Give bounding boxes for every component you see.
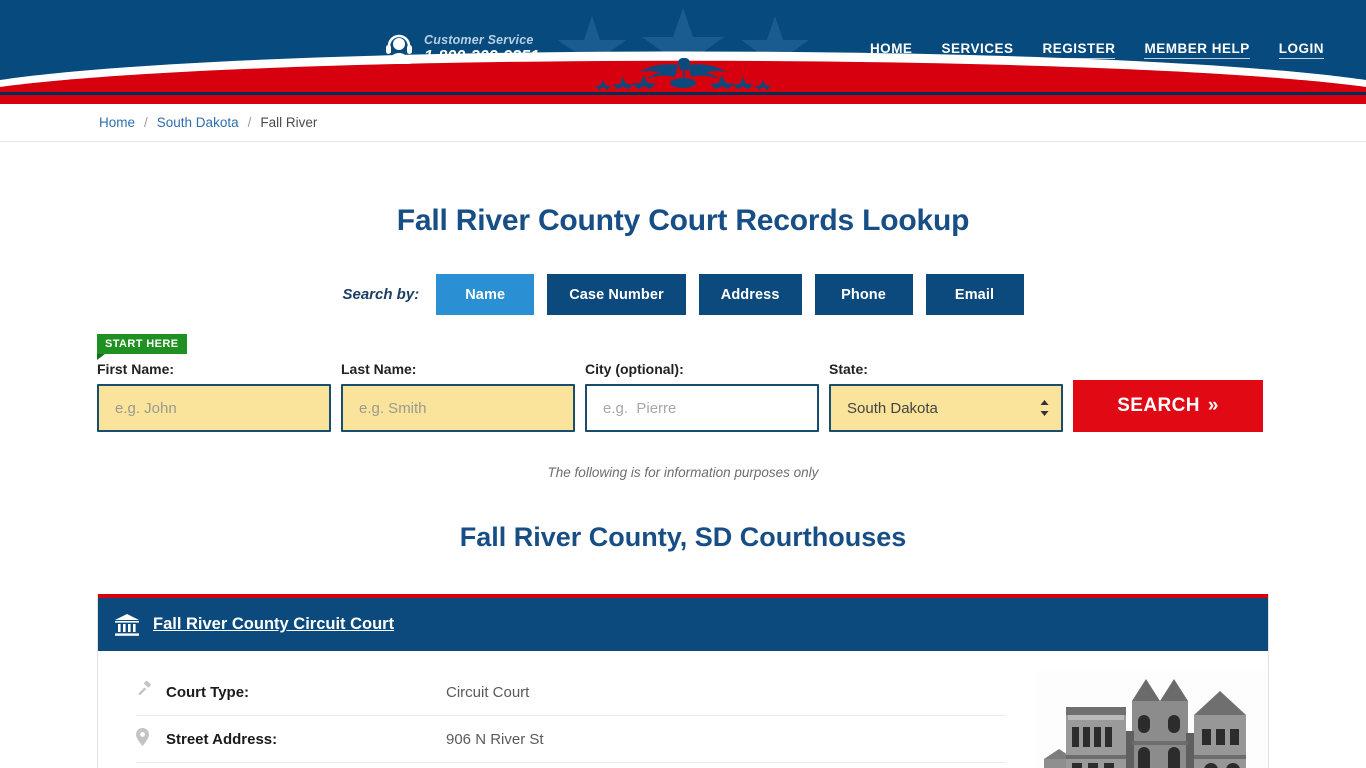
breadcrumb-separator-2: / bbox=[247, 115, 252, 130]
nav-item-home[interactable]: HOME bbox=[869, 41, 913, 59]
search-button-label: SEARCH bbox=[1117, 395, 1200, 416]
breadcrumb-current: Fall River bbox=[260, 115, 318, 130]
start-here-badge: START HERE bbox=[97, 334, 188, 360]
disclaimer-text: The following is for information purpose… bbox=[547, 465, 819, 480]
customer-service-phone[interactable]: 1-800-309-9351 bbox=[424, 48, 539, 66]
last-name-field-group: Last Name: bbox=[341, 361, 575, 432]
breadcrumb-south-dakota[interactable]: South Dakota bbox=[157, 115, 239, 130]
search-by-label: Search by: bbox=[342, 286, 420, 303]
last-name-label: Last Name: bbox=[341, 361, 417, 377]
courthouse-card-body: Court Type: Circuit Court Street Address… bbox=[98, 651, 1268, 768]
street-address-value: 906 N River St bbox=[446, 730, 544, 748]
main-content: Fall River County Court Records Lookup S… bbox=[0, 204, 1366, 768]
tab-name[interactable]: Name bbox=[436, 274, 535, 315]
tab-case-number[interactable]: Case Number bbox=[547, 274, 686, 315]
court-type-label: Court Type: bbox=[166, 683, 250, 701]
nav-item-member-help[interactable]: MEMBER HELP bbox=[1144, 41, 1250, 59]
state-label: State: bbox=[829, 361, 868, 377]
customer-service-block: Customer Service 1-800-309-9351 bbox=[385, 33, 539, 67]
customer-service-label: Customer Service bbox=[424, 33, 534, 47]
search-by-tabs: Search by: Name Case Number Address Phon… bbox=[0, 274, 1366, 315]
courthouse-photo bbox=[1036, 669, 1268, 768]
street-address-label: Street Address: bbox=[166, 730, 278, 748]
breadcrumb-separator-1: / bbox=[144, 115, 148, 130]
courthouse-photo-image bbox=[1036, 671, 1268, 768]
city-field-group: City (optional): bbox=[585, 361, 819, 432]
city-label: City (optional): bbox=[585, 361, 684, 377]
table-row: Street Address: 906 N River St bbox=[136, 716, 1006, 763]
tab-email[interactable]: Email bbox=[925, 274, 1024, 315]
section-title: Fall River County, SD Courthouses bbox=[459, 522, 907, 552]
table-row: Court Type: Circuit Court bbox=[136, 669, 1006, 716]
breadcrumb: Home / South Dakota / Fall River bbox=[0, 104, 1366, 142]
tab-phone[interactable]: Phone bbox=[814, 274, 913, 315]
breadcrumb-home[interactable]: Home bbox=[99, 115, 135, 130]
site-header: Customer Service 1-800-309-9351 HOME SER… bbox=[0, 0, 1366, 92]
search-button-chevron-icon: » bbox=[1207, 395, 1219, 416]
headset-support-icon bbox=[386, 34, 412, 64]
nav-item-services[interactable]: SERVICES bbox=[941, 41, 1014, 59]
first-name-input[interactable] bbox=[97, 384, 331, 432]
courthouse-card: Fall River County Circuit Court Court Ty… bbox=[97, 594, 1269, 768]
bank-columns-icon bbox=[115, 613, 139, 636]
red-accent-stripe bbox=[0, 95, 1366, 104]
gavel-icon bbox=[136, 680, 166, 703]
state-select[interactable]: South Dakota bbox=[829, 384, 1063, 432]
courthouse-name-link[interactable]: Fall River County Circuit Court bbox=[153, 615, 394, 634]
court-type-value: Circuit Court bbox=[446, 683, 530, 701]
last-name-input[interactable] bbox=[341, 384, 575, 432]
nav-item-register[interactable]: REGISTER bbox=[1042, 41, 1116, 59]
city-input[interactable] bbox=[585, 384, 819, 432]
courthouse-card-header: Fall River County Circuit Court bbox=[98, 598, 1268, 651]
search-form: START HERE First Name: Last Name: City (… bbox=[97, 334, 1269, 432]
search-button[interactable]: SEARCH » bbox=[1073, 380, 1263, 432]
first-name-field-group: First Name: bbox=[97, 361, 331, 432]
main-navigation: HOME SERVICES REGISTER MEMBER HELP LOGIN bbox=[869, 41, 1324, 59]
map-pin-icon bbox=[136, 727, 166, 751]
state-field-group: State: South Dakota bbox=[829, 361, 1063, 432]
first-name-label: First Name: bbox=[97, 361, 175, 377]
nav-item-login[interactable]: LOGIN bbox=[1278, 41, 1324, 59]
courthouse-details-list: Court Type: Circuit Court Street Address… bbox=[98, 669, 1036, 768]
table-row: City: Hot Springs bbox=[136, 763, 1006, 768]
tab-address[interactable]: Address bbox=[698, 274, 802, 315]
page-title: Fall River County Court Records Lookup bbox=[396, 204, 970, 237]
